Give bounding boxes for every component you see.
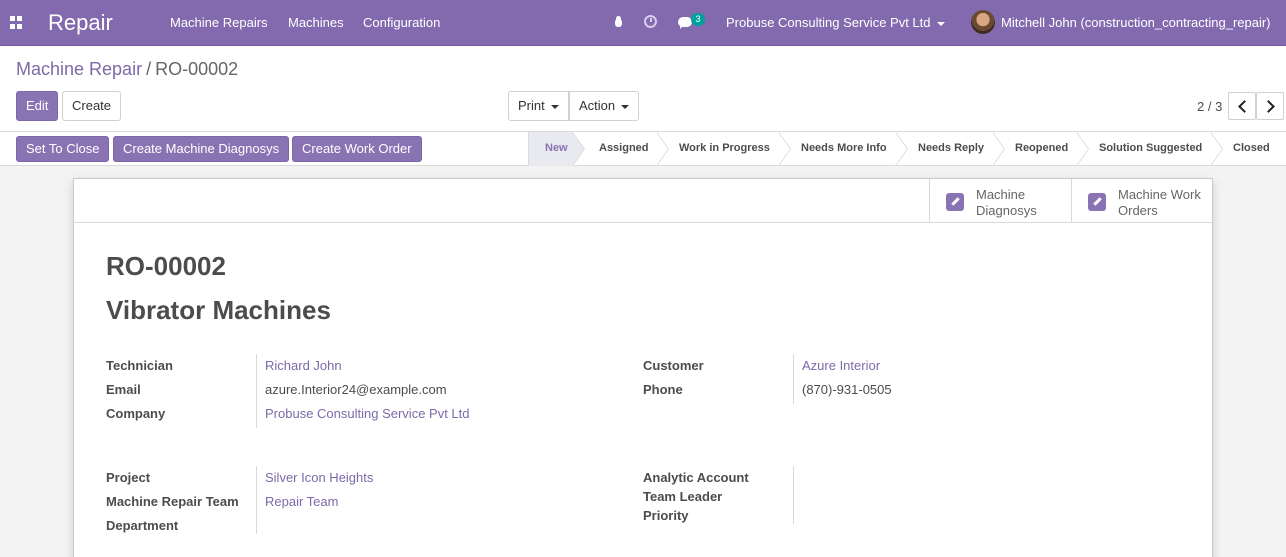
customer-field[interactable]: Azure Interior xyxy=(802,358,880,373)
analytic-account-label: Analytic Account xyxy=(643,470,749,485)
stage-separator xyxy=(778,132,791,166)
field-divider xyxy=(256,466,257,534)
email-field[interactable]: azure.Interior24@example.com xyxy=(265,382,447,397)
create-button[interactable]: Create xyxy=(62,91,122,121)
pencil-icon xyxy=(1088,193,1106,211)
technician-label: Technician xyxy=(106,358,173,373)
repair-team-field[interactable]: Repair Team xyxy=(265,494,338,509)
smart-button-label-line: Orders xyxy=(1118,203,1158,218)
create-machine-diagnosys-button[interactable]: Create Machine Diagnosys xyxy=(113,136,290,162)
chevron-left-icon xyxy=(1238,100,1251,113)
smart-button-label: Machine Diagnosys xyxy=(976,187,1068,219)
team-leader-label: Team Leader xyxy=(643,489,723,504)
smart-button-box: Machine Diagnosys Machine Work Orders xyxy=(74,179,1212,223)
edit-button[interactable]: Edit xyxy=(16,91,59,121)
control-panel: Machine Repair / RO-00002 Edit Create Prin… xyxy=(0,46,1286,132)
stage-separator xyxy=(1076,132,1089,166)
chevron-down-icon xyxy=(621,104,630,109)
chevron-down-icon xyxy=(936,21,945,26)
smart-button-label-line: Diagnosys xyxy=(976,203,1037,218)
field-divider xyxy=(256,354,257,428)
avatar[interactable] xyxy=(971,10,995,34)
smart-button-label-line: Machine Work xyxy=(1118,187,1201,202)
menu-configuration[interactable]: Configuration xyxy=(363,15,440,30)
messages-count-badge: 3 xyxy=(691,13,705,26)
user-menu[interactable]: Mitchell John (construction_contracting_… xyxy=(1001,15,1271,30)
pencil-icon xyxy=(946,193,964,211)
stage-new[interactable]: New xyxy=(529,132,573,166)
create-work-order-button[interactable]: Create Work Order xyxy=(292,136,422,162)
breadcrumb-separator: / xyxy=(146,59,152,79)
stage-reopened[interactable]: Reopened xyxy=(1015,132,1068,166)
stage-work-in-progress[interactable]: Work in Progress xyxy=(679,132,770,166)
apps-menu-icon[interactable] xyxy=(10,16,23,29)
project-field[interactable]: Silver Icon Heights xyxy=(265,470,373,485)
form-sheet: Machine Diagnosys Machine Work Orders RO-0… xyxy=(73,178,1213,557)
pager-previous-button[interactable] xyxy=(1228,92,1256,120)
phone-field[interactable]: (870)-931-0505 xyxy=(802,382,892,397)
machine-diagnosys-smart-button[interactable]: Machine Diagnosys xyxy=(929,179,1071,223)
action-label: Action xyxy=(579,98,616,113)
activity-clock-icon[interactable] xyxy=(644,15,657,28)
company-label: Company xyxy=(106,406,166,421)
phone-label: Phone xyxy=(643,382,683,397)
messages-icon[interactable] xyxy=(678,17,692,29)
breadcrumb: Machine Repair / RO-00002 xyxy=(16,59,238,80)
record-reference: RO-00002 xyxy=(106,251,226,281)
print-dropdown[interactable]: Print xyxy=(508,91,569,121)
stage-closed[interactable]: Closed xyxy=(1233,132,1270,166)
stage-separator xyxy=(656,132,669,166)
stage-separator xyxy=(992,132,1005,166)
print-label: Print xyxy=(518,98,545,113)
smart-button-label: Machine Work Orders xyxy=(1118,187,1210,219)
repair-team-label: Machine Repair Team xyxy=(106,494,239,509)
app-title: Repair xyxy=(48,10,113,35)
stage-needs-reply[interactable]: Needs Reply xyxy=(918,132,984,166)
pager-value[interactable]: 2 / 3 xyxy=(1197,99,1222,114)
technician-field[interactable]: Richard John xyxy=(265,358,342,373)
stage-separator xyxy=(572,132,585,166)
department-label: Department xyxy=(106,518,179,533)
menu-machine-repairs[interactable]: Machine Repairs xyxy=(170,15,268,30)
field-divider xyxy=(793,354,794,404)
chevron-down-icon xyxy=(550,104,559,109)
breadcrumb-current: RO-00002 xyxy=(155,59,239,79)
stage-assigned[interactable]: Assigned xyxy=(599,132,649,166)
customer-label: Customer xyxy=(643,358,704,373)
email-label: Email xyxy=(106,382,141,397)
field-divider xyxy=(793,466,794,524)
top-navbar: Repair Machine Repairs Machines Configur… xyxy=(0,0,1286,46)
company-name: Probuse Consulting Service Pvt Ltd xyxy=(726,15,931,30)
company-switcher[interactable]: Probuse Consulting Service Pvt Ltd xyxy=(726,15,945,30)
stage-separator xyxy=(1210,132,1223,166)
stage-needs-more-info[interactable]: Needs More Info xyxy=(801,132,887,166)
pager-next-button[interactable] xyxy=(1256,92,1284,120)
company-field[interactable]: Probuse Consulting Service Pvt Ltd xyxy=(265,406,470,421)
machine-work-orders-smart-button[interactable]: Machine Work Orders xyxy=(1071,179,1213,223)
record-name[interactable]: Vibrator Machines xyxy=(106,295,331,326)
action-dropdown[interactable]: Action xyxy=(569,91,640,121)
debug-bug-icon[interactable] xyxy=(613,16,623,28)
form-statusbar: Set To Close Create Machine Diagnosys Cr… xyxy=(0,132,1286,166)
smart-button-label-line: Machine xyxy=(976,187,1026,202)
stage-solution-suggested[interactable]: Solution Suggested xyxy=(1099,132,1202,166)
project-label: Project xyxy=(106,470,151,485)
chevron-right-icon xyxy=(1262,100,1275,113)
menu-machines[interactable]: Machines xyxy=(288,15,344,30)
set-to-close-button[interactable]: Set To Close xyxy=(16,136,110,162)
breadcrumb-parent[interactable]: Machine Repair xyxy=(16,59,142,79)
priority-label: Priority xyxy=(643,508,689,523)
stage-separator xyxy=(895,132,908,166)
